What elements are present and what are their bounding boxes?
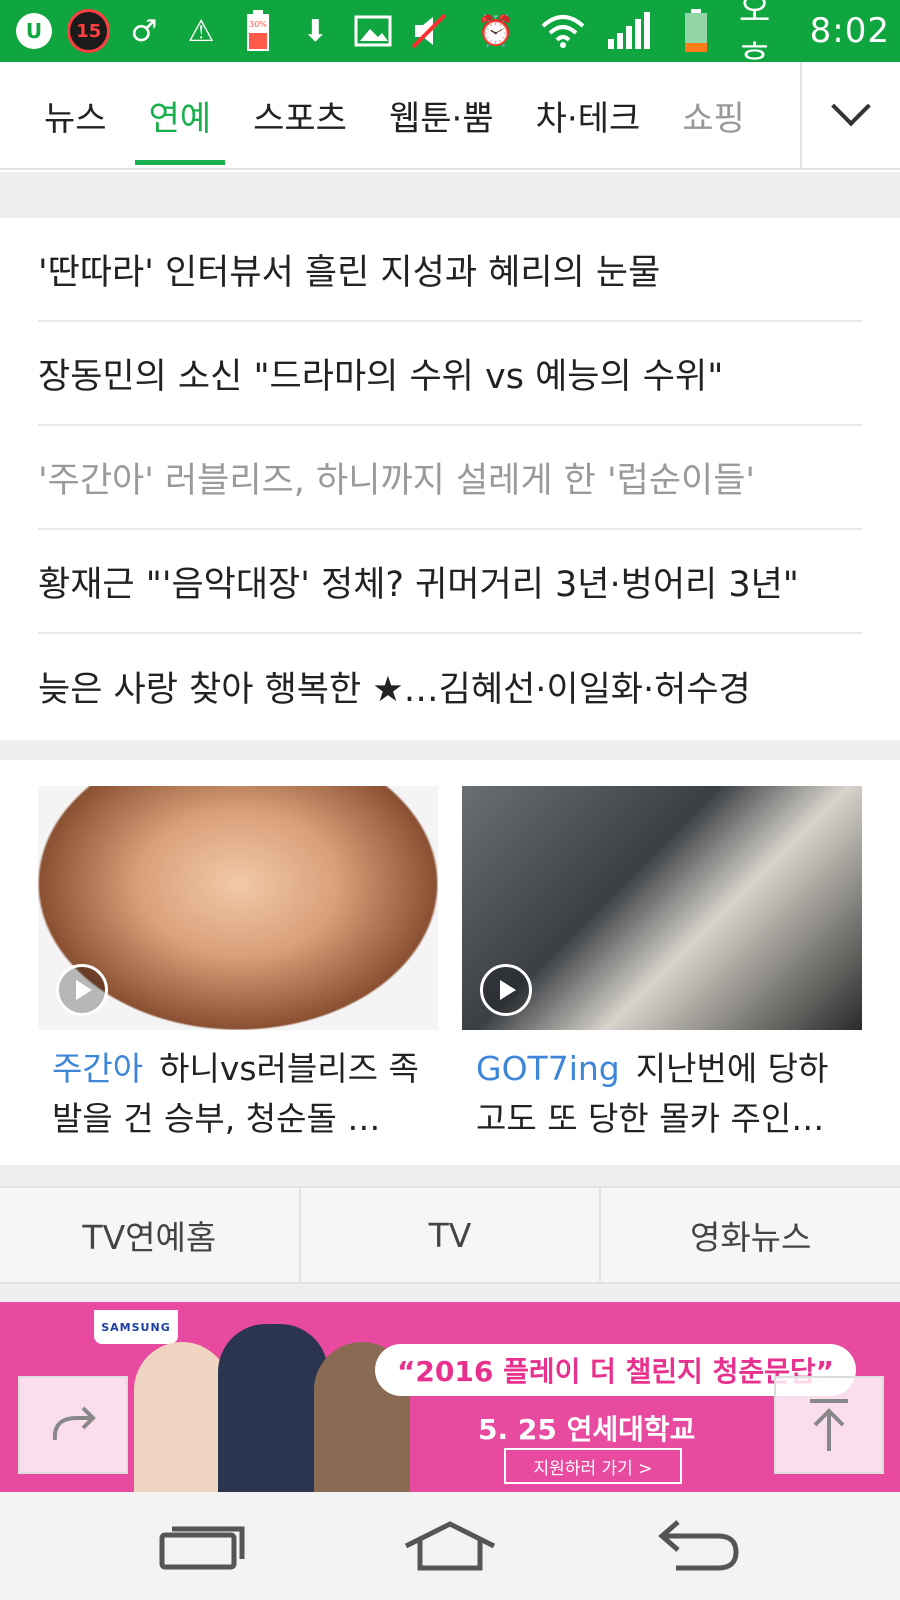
ad-person-image [134, 1342, 230, 1492]
video-card[interactable]: GOT7ing 지난번에 당하고도 또 당한 몰카 주인… [462, 786, 862, 1144]
video-caption[interactable]: 주간아 하니vs러블리즈 족발을 건 승부, 청순돌 … [38, 1030, 438, 1144]
video-card[interactable]: 주간아 하니vs러블리즈 족발을 건 승부, 청순돌 … [38, 786, 438, 1144]
tab-car-tech[interactable]: 차·테크 [536, 62, 641, 168]
headline-item[interactable]: 늦은 사랑 찾아 행복한 ★…김혜선·이일화·허수경 [38, 634, 862, 738]
play-icon[interactable] [56, 964, 108, 1016]
category-tabs: 뉴스 연예 스포츠 웹툰·뿜 차·테크 쇼핑 [0, 62, 900, 170]
arrow-up-icon [810, 1399, 848, 1451]
tv-entertainment-home-link[interactable]: TV연예홈 [0, 1188, 301, 1282]
video-cards: 주간아 하니vs러블리즈 족발을 건 승부, 청순돌 … GOT7ing 지난번에 … [0, 760, 900, 1165]
video-tag: 주간아 [52, 1049, 144, 1088]
scroll-to-top-button[interactable] [774, 1376, 884, 1474]
image-icon [349, 7, 396, 55]
tab-list: 뉴스 연예 스포츠 웹툰·뿜 차·테크 쇼핑 [0, 62, 800, 168]
entertainment-links: TV연예홈 TV 영화뉴스 [0, 1186, 900, 1284]
headline-item[interactable]: 황재근 "'음악대장' 정체? 귀머거리 3년·벙어리 3년" [38, 530, 862, 634]
section-gap [0, 1165, 900, 1186]
tab-shopping[interactable]: 쇼핑 [682, 62, 745, 168]
warning-icon: ⚠ [187, 13, 215, 49]
video-thumbnail[interactable] [38, 786, 438, 1030]
back-arrow-icon [657, 1520, 739, 1571]
wifi-icon [539, 7, 586, 55]
notification-count-badge: 15 [67, 9, 111, 53]
samsung-logo: SAMSUNG [94, 1310, 178, 1344]
tab-webtoon[interactable]: 웹툰·뿜 [389, 62, 494, 168]
play-icon[interactable] [480, 964, 532, 1016]
share-arrow-icon [52, 1406, 96, 1441]
section-gap [0, 1284, 900, 1302]
video-caption[interactable]: GOT7ing 지난번에 당하고도 또 당한 몰카 주인… [462, 1030, 862, 1144]
status-bar: U 15 ♂ ⚠ 30% ⬇ ⏰ 오후 8:02 [0, 0, 900, 79]
home-button[interactable] [390, 1511, 510, 1581]
svg-text:U: U [25, 19, 41, 43]
system-navigation-bar [0, 1492, 900, 1600]
ad-banner[interactable]: SAMSUNG “2016 플레이 더 챌린지 청춘문답” 5. 25 연세대학… [0, 1302, 900, 1492]
section-gap [0, 740, 900, 760]
signal-icon [606, 7, 653, 55]
headline-item[interactable]: '딴따라' 인터뷰서 흘린 지성과 혜리의 눈물 [38, 218, 862, 322]
ad-apply-button[interactable]: 지원하러 가기 > [504, 1448, 682, 1484]
video-thumbnail[interactable] [462, 786, 862, 1030]
clock: 8:02 [809, 11, 891, 51]
gender-male-icon: ♂ [130, 13, 158, 49]
alarm-clock-icon: ⏰ [477, 13, 515, 49]
share-button[interactable] [18, 1376, 128, 1474]
mute-icon [406, 7, 453, 55]
app-logo-icon: U [10, 7, 57, 55]
tv-link[interactable]: TV [301, 1188, 602, 1282]
back-button[interactable] [637, 1511, 757, 1581]
movie-news-link[interactable]: 영화뉴스 [601, 1188, 900, 1282]
battery-icon [672, 7, 719, 55]
headline-item[interactable]: 장동민의 소신 "드라마의 수위 vs 예능의 수위" [38, 322, 862, 426]
ad-person-image [218, 1324, 328, 1492]
section-gap [0, 172, 900, 218]
tab-sports[interactable]: 스포츠 [253, 62, 347, 168]
ad-subtitle: 5. 25 연세대학교 [478, 1413, 696, 1446]
video-tag: GOT7ing [476, 1049, 620, 1088]
headline-item[interactable]: '주간아' 러블리즈, 하니까지 설레게 한 '럽순이들' [38, 426, 862, 530]
home-icon [404, 1521, 496, 1571]
battery-small-label: 30% [249, 20, 267, 29]
chevron-down-icon [831, 86, 871, 127]
recent-apps-button[interactable] [143, 1511, 263, 1581]
download-icon: ⬇ [302, 13, 328, 49]
expand-tabs-button[interactable] [800, 62, 900, 168]
recent-apps-icon [159, 1526, 245, 1570]
tab-news[interactable]: 뉴스 [44, 62, 107, 168]
headline-list: '딴따라' 인터뷰서 흘린 지성과 혜리의 눈물 장동민의 소신 "드라마의 수… [0, 218, 900, 740]
battery-saver-icon: 30% [235, 7, 282, 55]
tab-entertainment[interactable]: 연예 [134, 62, 225, 168]
